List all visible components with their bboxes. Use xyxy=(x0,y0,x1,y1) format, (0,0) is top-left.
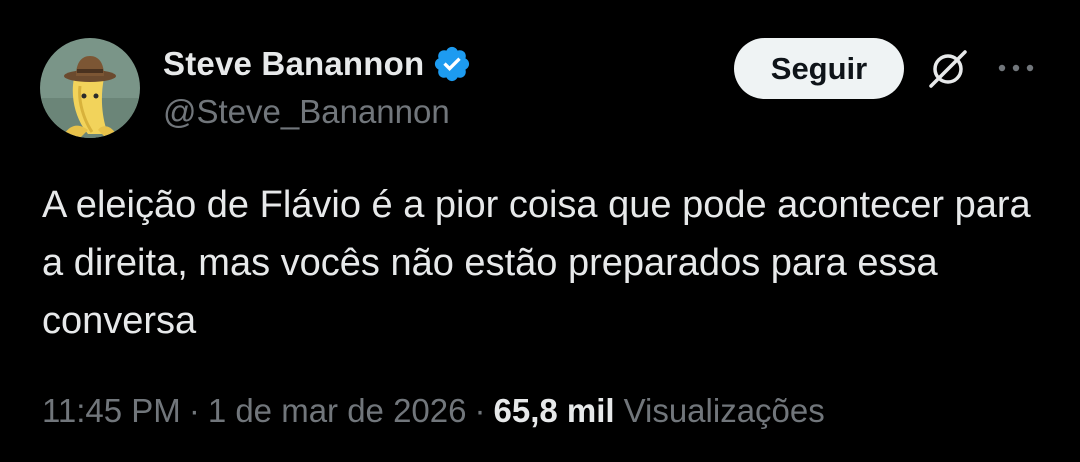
tweet-time[interactable]: 11:45 PM xyxy=(42,392,181,430)
author-display-name[interactable]: Steve Banannon xyxy=(163,45,424,83)
meta-separator: · xyxy=(474,392,486,429)
tweet-meta: 11:45 PM · 1 de mar de 2026 · 65,8 mil V… xyxy=(42,392,825,430)
verified-badge-icon[interactable] xyxy=(432,44,472,84)
avatar[interactable] xyxy=(40,38,140,138)
avatar-image xyxy=(40,38,140,138)
grok-icon[interactable] xyxy=(925,46,971,92)
author-name-row: Steve Banannon xyxy=(163,44,472,84)
author-handle[interactable]: @Steve_Banannon xyxy=(163,93,450,131)
tweet-text: A eleição de Flávio é a pior coisa que p… xyxy=(42,184,1031,342)
views-count[interactable]: 65,8 mil xyxy=(494,392,615,430)
views-label[interactable]: Visualizações xyxy=(624,392,825,430)
meta-separator: · xyxy=(188,392,200,429)
tweet-date[interactable]: 1 de mar de 2026 xyxy=(208,392,467,430)
more-dots-icon[interactable] xyxy=(993,55,1039,81)
follow-button[interactable]: Seguir xyxy=(734,38,904,99)
tweet-card: Steve Banannon @Steve_Banannon Seguir A … xyxy=(0,0,1080,462)
